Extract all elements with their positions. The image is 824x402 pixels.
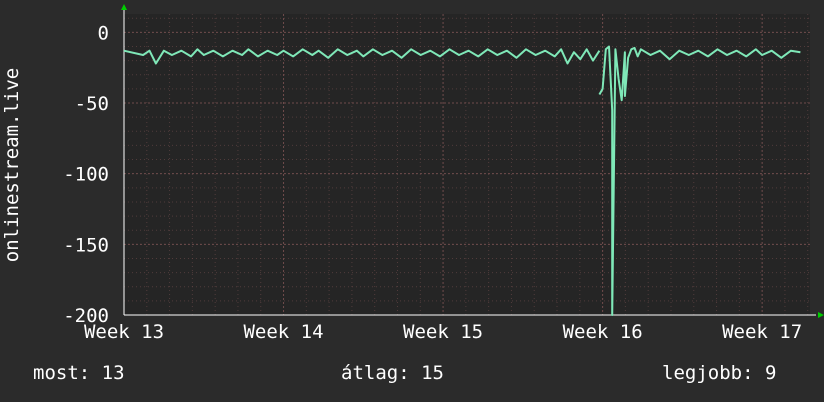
stat-average: átlag: 15 (341, 362, 444, 384)
x-axis-arrow (818, 312, 824, 318)
y-tick-label: 0 (98, 22, 109, 44)
y-tick-label: -150 (63, 234, 109, 256)
y-axis-arrow (121, 4, 127, 10)
x-tick-label: Week 17 (722, 321, 802, 343)
x-tick-label: Week 13 (84, 321, 164, 343)
x-tick-label: Week 16 (563, 321, 643, 343)
stat-current: most: 13 (33, 362, 125, 384)
y-tick-label: -100 (63, 164, 109, 186)
y-axis-label: onlinestream.live (1, 68, 23, 262)
y-tick-label: -50 (75, 93, 109, 115)
stat-best: legjobb: 9 (662, 362, 777, 384)
x-tick-label: Week 14 (243, 321, 323, 343)
x-tick-label: Week 15 (403, 321, 483, 343)
plot-area (124, 14, 810, 315)
rrd-chart: 0-50-100-150-200Week 13 Week 14 Week 15 Wee… (1, 4, 824, 343)
